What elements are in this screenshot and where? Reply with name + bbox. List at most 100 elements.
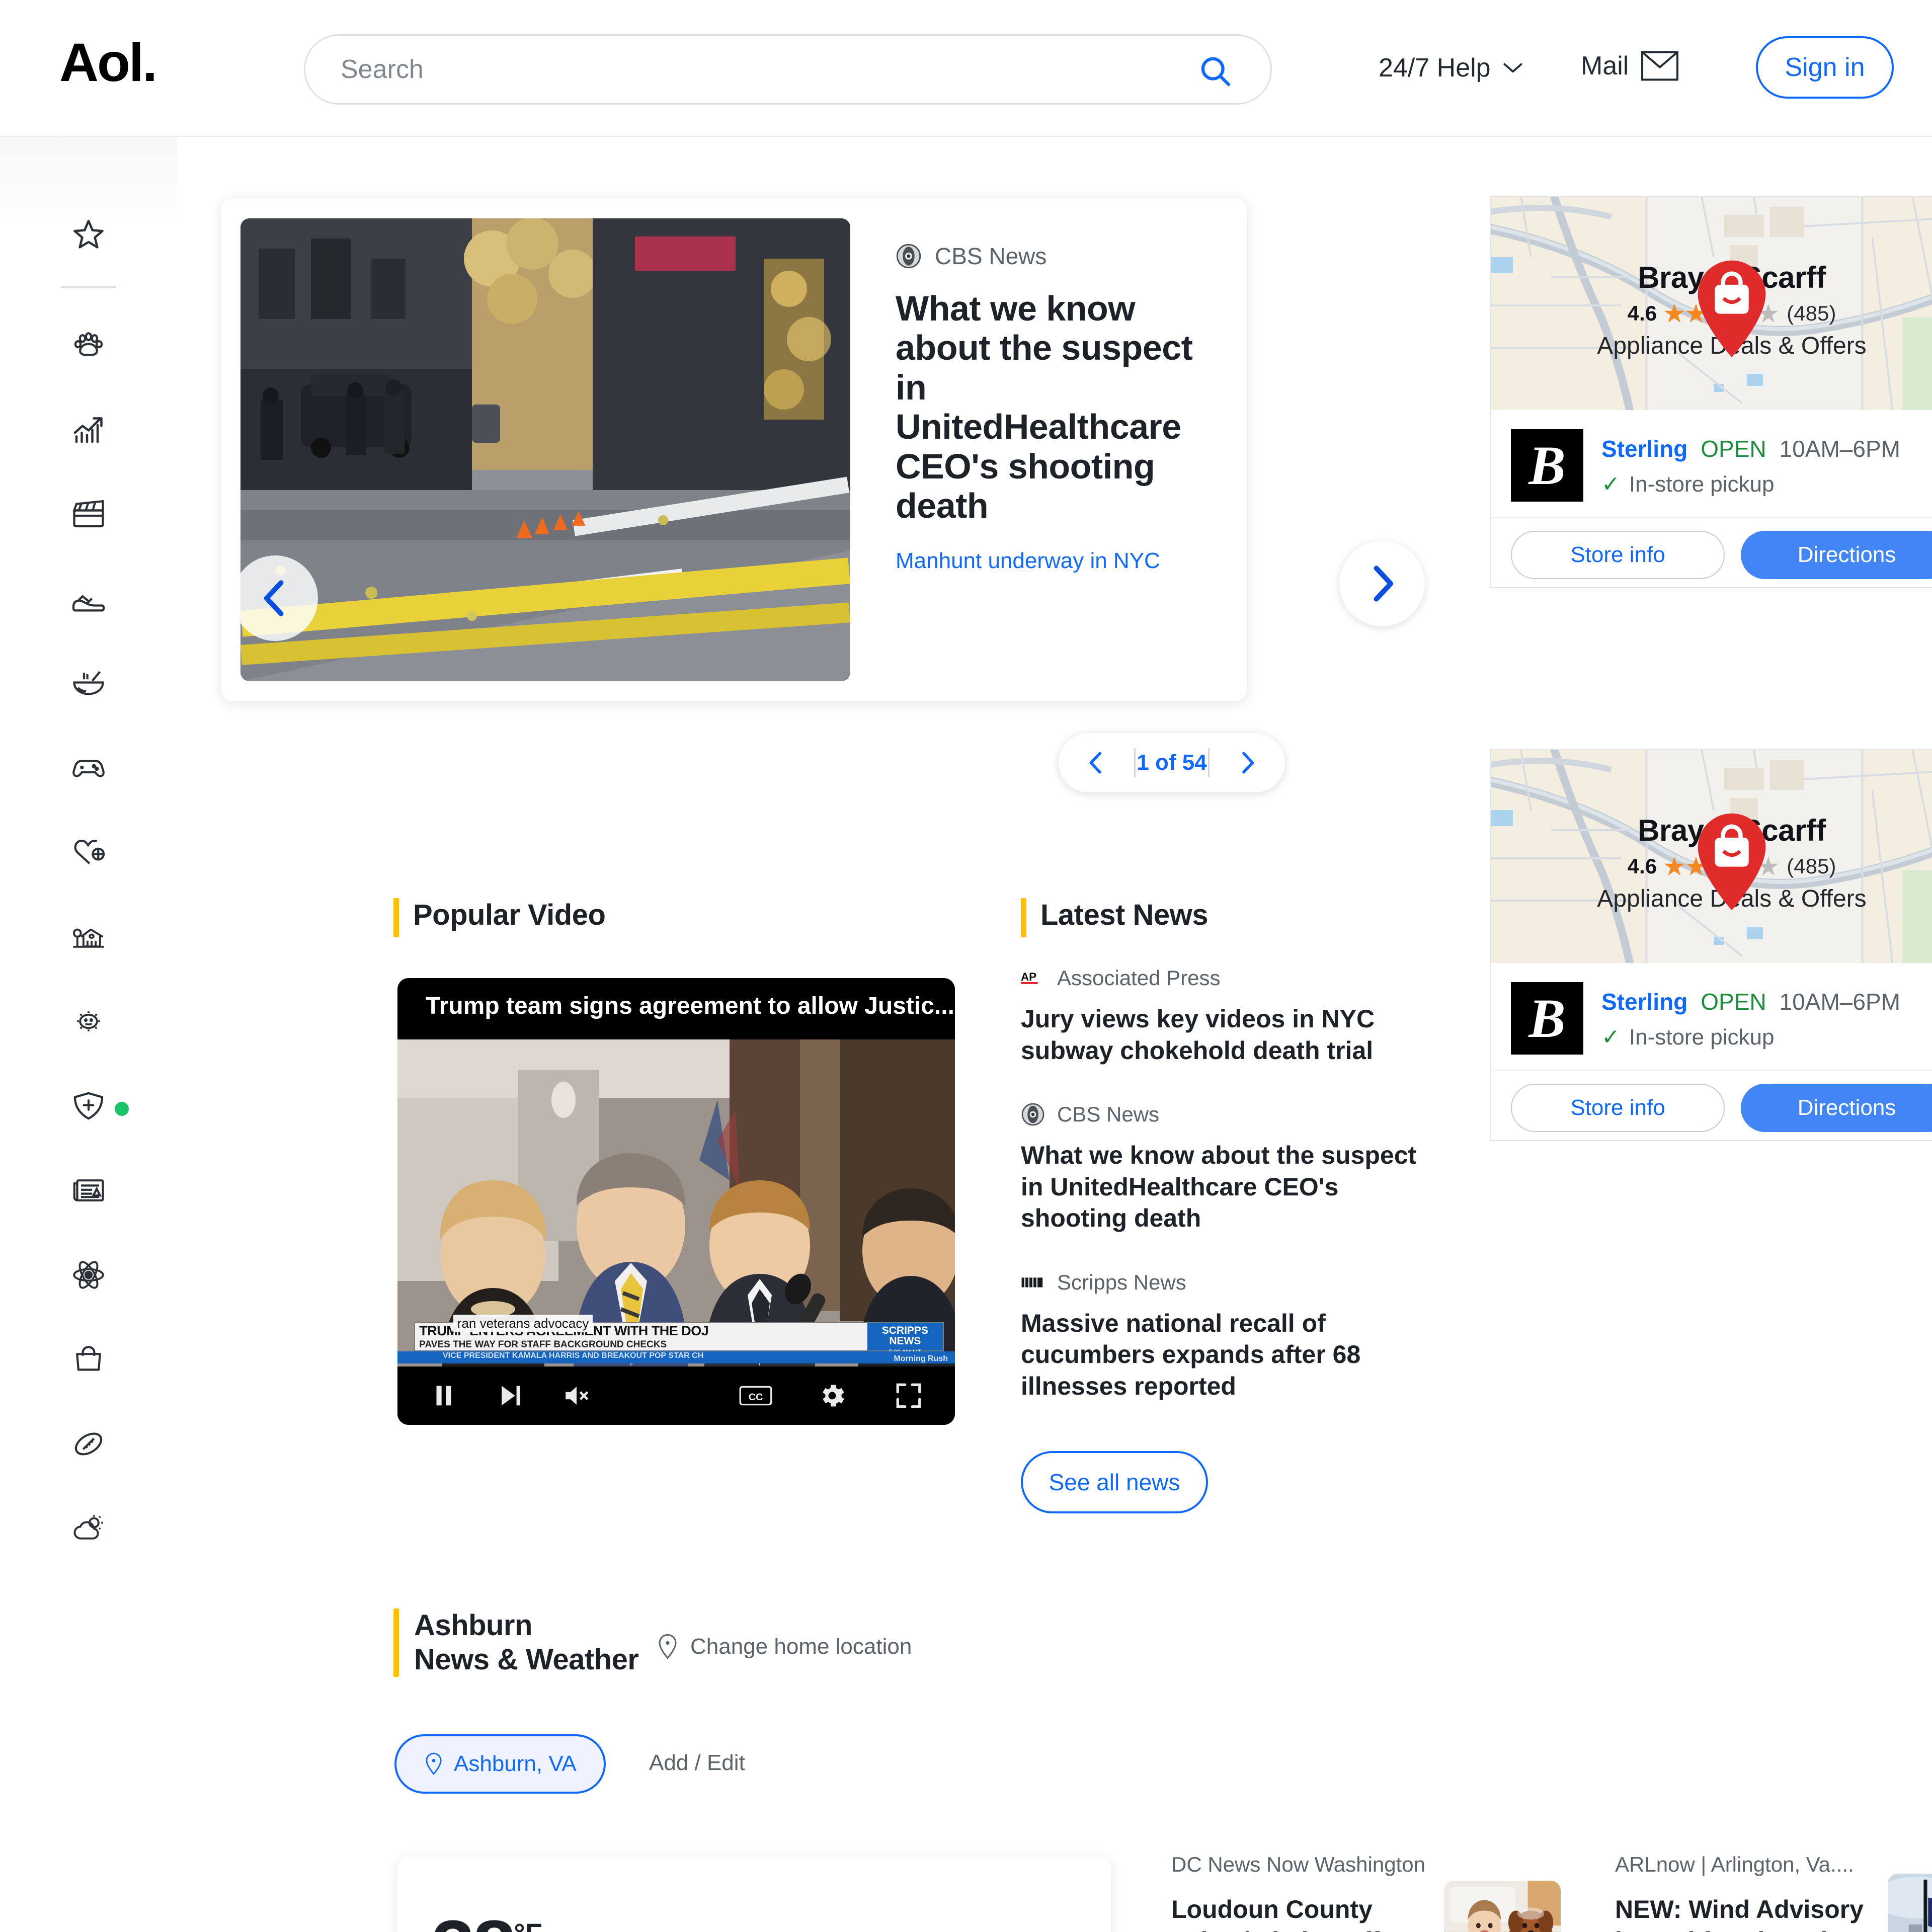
hero-text-block: CBS News What we know about the suspect …: [896, 243, 1218, 574]
local-news-item[interactable]: DC News Now Washington Loudoun County an…: [1171, 1853, 1453, 1932]
ad-store-city[interactable]: Sterling: [1601, 988, 1687, 1015]
sidebar-item-pets[interactable]: [0, 303, 177, 387]
pager-prev-button[interactable]: [1059, 733, 1134, 792]
news-headline[interactable]: Jury views key videos in NYC subway chok…: [1021, 1003, 1433, 1066]
star-icon: [73, 219, 104, 249]
hero-next-button[interactable]: [1339, 541, 1425, 626]
pause-icon[interactable]: [420, 1372, 468, 1420]
local-news-headline[interactable]: Loudoun County animal shelter offers win…: [1171, 1894, 1453, 1932]
store-info-button[interactable]: Store info: [1511, 531, 1725, 579]
paw-icon: [74, 332, 103, 356]
cbs-eye-icon: [1021, 1103, 1044, 1126]
check-icon: ✓: [1601, 1025, 1620, 1050]
finance-chart-icon: [73, 417, 103, 443]
ad-actions: Store info Directions: [1491, 1070, 1932, 1132]
next-track-icon[interactable]: [486, 1372, 534, 1420]
accent-bar: [393, 898, 399, 937]
video-player[interactable]: Trump team signs agreement to allow Just…: [397, 978, 955, 1425]
local-news-item[interactable]: ARLnow | Arlington, Va.... NEW: Wind Adv…: [1615, 1853, 1897, 1932]
shield-plus-icon: [73, 1092, 104, 1120]
sidebar-item-home[interactable]: [0, 895, 177, 979]
weather-card[interactable]: 38 °F Cloudy H43° L35°: [397, 1857, 1111, 1932]
envelope-icon: [1641, 51, 1679, 81]
shoe-icon: [72, 595, 105, 612]
hero-prev-button[interactable]: [232, 555, 318, 641]
mail-link[interactable]: Mail: [1581, 50, 1679, 82]
directions-button[interactable]: Directions: [1741, 1084, 1932, 1132]
news-source-name: CBS News: [1057, 1102, 1160, 1126]
scripps-logo-icon: [1021, 1277, 1043, 1287]
mute-icon[interactable]: [552, 1372, 601, 1420]
ad-store-hours: 10AM–6PM: [1779, 989, 1900, 1015]
sidebar-item-news[interactable]: [0, 1148, 177, 1233]
heart-plus-icon: [74, 839, 105, 864]
ad-store-city[interactable]: Sterling: [1601, 435, 1687, 462]
cbs-eye-icon: [896, 244, 921, 269]
news-source: CBS News: [1021, 1102, 1433, 1126]
ad-store-info: B Sterling OPEN 10AM–6PM ✓ In-store pick…: [1491, 410, 1932, 517]
sidebar-item-style[interactable]: [0, 556, 177, 641]
list-item[interactable]: Scripps News Massive national recall of …: [1021, 1270, 1433, 1402]
sign-in-button[interactable]: Sign in: [1756, 36, 1894, 99]
temperature-unit: °F: [514, 1917, 542, 1932]
change-home-location-link[interactable]: Change home location: [656, 1634, 912, 1660]
store-info-button[interactable]: Store info: [1511, 1084, 1725, 1132]
ad-map[interactable]: Bray & Scarff 4.6 ★★★★★ (485) Appliance …: [1491, 750, 1932, 963]
mail-label: Mail: [1581, 51, 1629, 80]
hero-image[interactable]: [240, 218, 850, 681]
news-source: Scripps News: [1021, 1270, 1433, 1295]
pager-next-button[interactable]: [1210, 733, 1285, 792]
sidebar-item-horoscopes[interactable]: [0, 979, 177, 1064]
local-news-thumbnail[interactable]: [1444, 1881, 1561, 1932]
weather-temperature: 38 °F: [432, 1909, 542, 1932]
latest-news-heading: Latest News: [1021, 898, 1208, 937]
sidebar-item-shopping[interactable]: [0, 1317, 177, 1402]
ad-store-info: B Sterling OPEN 10AM–6PM ✓ In-store pick…: [1491, 963, 1932, 1070]
sidebar-item-finance[interactable]: [0, 387, 177, 472]
add-edit-locations-link[interactable]: Add / Edit: [649, 1750, 745, 1776]
game-controller-icon: [72, 760, 105, 777]
news-headline[interactable]: Massive national recall of cucumbers exp…: [1021, 1308, 1433, 1402]
hero-headline[interactable]: What we know about the suspect in United…: [896, 289, 1218, 525]
video-network-badge: SCRIPPS NEWS: [881, 1325, 928, 1347]
search-bar[interactable]: [304, 34, 1272, 105]
list-item[interactable]: AP Associated Press Jury views key video…: [1021, 966, 1433, 1066]
hero-source: CBS News: [896, 243, 1218, 270]
pager-label: 1 of 54: [1137, 750, 1207, 775]
local-news-headline[interactable]: NEW: Wind Advisory issued for Thursday a…: [1615, 1894, 1897, 1932]
sidebar-item-health[interactable]: [0, 810, 177, 895]
sidebar-item-science[interactable]: [0, 1233, 177, 1317]
list-item[interactable]: CBS News What we know about the suspect …: [1021, 1102, 1433, 1234]
sidebar-item-games[interactable]: [0, 726, 177, 810]
sidebar-item-protection[interactable]: [0, 1064, 177, 1148]
sidebar-item-favorites[interactable]: [0, 192, 177, 277]
location-chip-ashburn-va[interactable]: Ashburn, VA: [394, 1734, 606, 1794]
search-icon[interactable]: [1198, 54, 1232, 88]
directions-button[interactable]: Directions: [1741, 531, 1932, 579]
advertisement-card[interactable]: Bray & Scarff 4.6 ★★★★★ (485) Appliance …: [1490, 749, 1932, 1141]
hero-subheadline[interactable]: Manhunt underway in NYC: [896, 548, 1218, 574]
location-pin-icon: [659, 1634, 677, 1659]
advertisement-card[interactable]: Bray & Scarff 4.6 ★★★★★ (485) Appliance …: [1490, 196, 1932, 588]
sidebar-item-sports[interactable]: [0, 1402, 177, 1486]
aol-logo[interactable]: Aol.: [59, 35, 157, 90]
news-source: AP Associated Press: [1021, 966, 1433, 990]
settings-gear-icon[interactable]: [808, 1372, 856, 1420]
news-headline[interactable]: What we know about the suspect in United…: [1021, 1140, 1433, 1234]
brand-logo: B: [1511, 429, 1583, 502]
local-news-thumbnail[interactable]: [1888, 1874, 1932, 1932]
see-all-news-button[interactable]: See all news: [1021, 1451, 1208, 1513]
hero-pagination: 1 of 54: [1059, 733, 1285, 792]
svg-text:CC: CC: [749, 1392, 763, 1403]
chevron-down-icon: [1503, 63, 1522, 73]
ad-map[interactable]: Bray & Scarff 4.6 ★★★★★ (485) Appliance …: [1491, 197, 1932, 410]
search-input[interactable]: [341, 47, 1166, 92]
sidebar-item-entertainment[interactable]: [0, 472, 177, 556]
closed-captions-icon[interactable]: CC: [732, 1372, 780, 1420]
video-lower-third-sub: PAVES THE WAY FOR STAFF BACKGROUND CHECK…: [419, 1339, 667, 1350]
sidebar-item-food[interactable]: [0, 641, 177, 726]
sidebar-item-weather[interactable]: [0, 1486, 177, 1571]
accent-bar: [393, 1608, 399, 1677]
fullscreen-icon[interactable]: [884, 1372, 933, 1420]
help-menu[interactable]: 24/7 Help: [1379, 53, 1524, 83]
